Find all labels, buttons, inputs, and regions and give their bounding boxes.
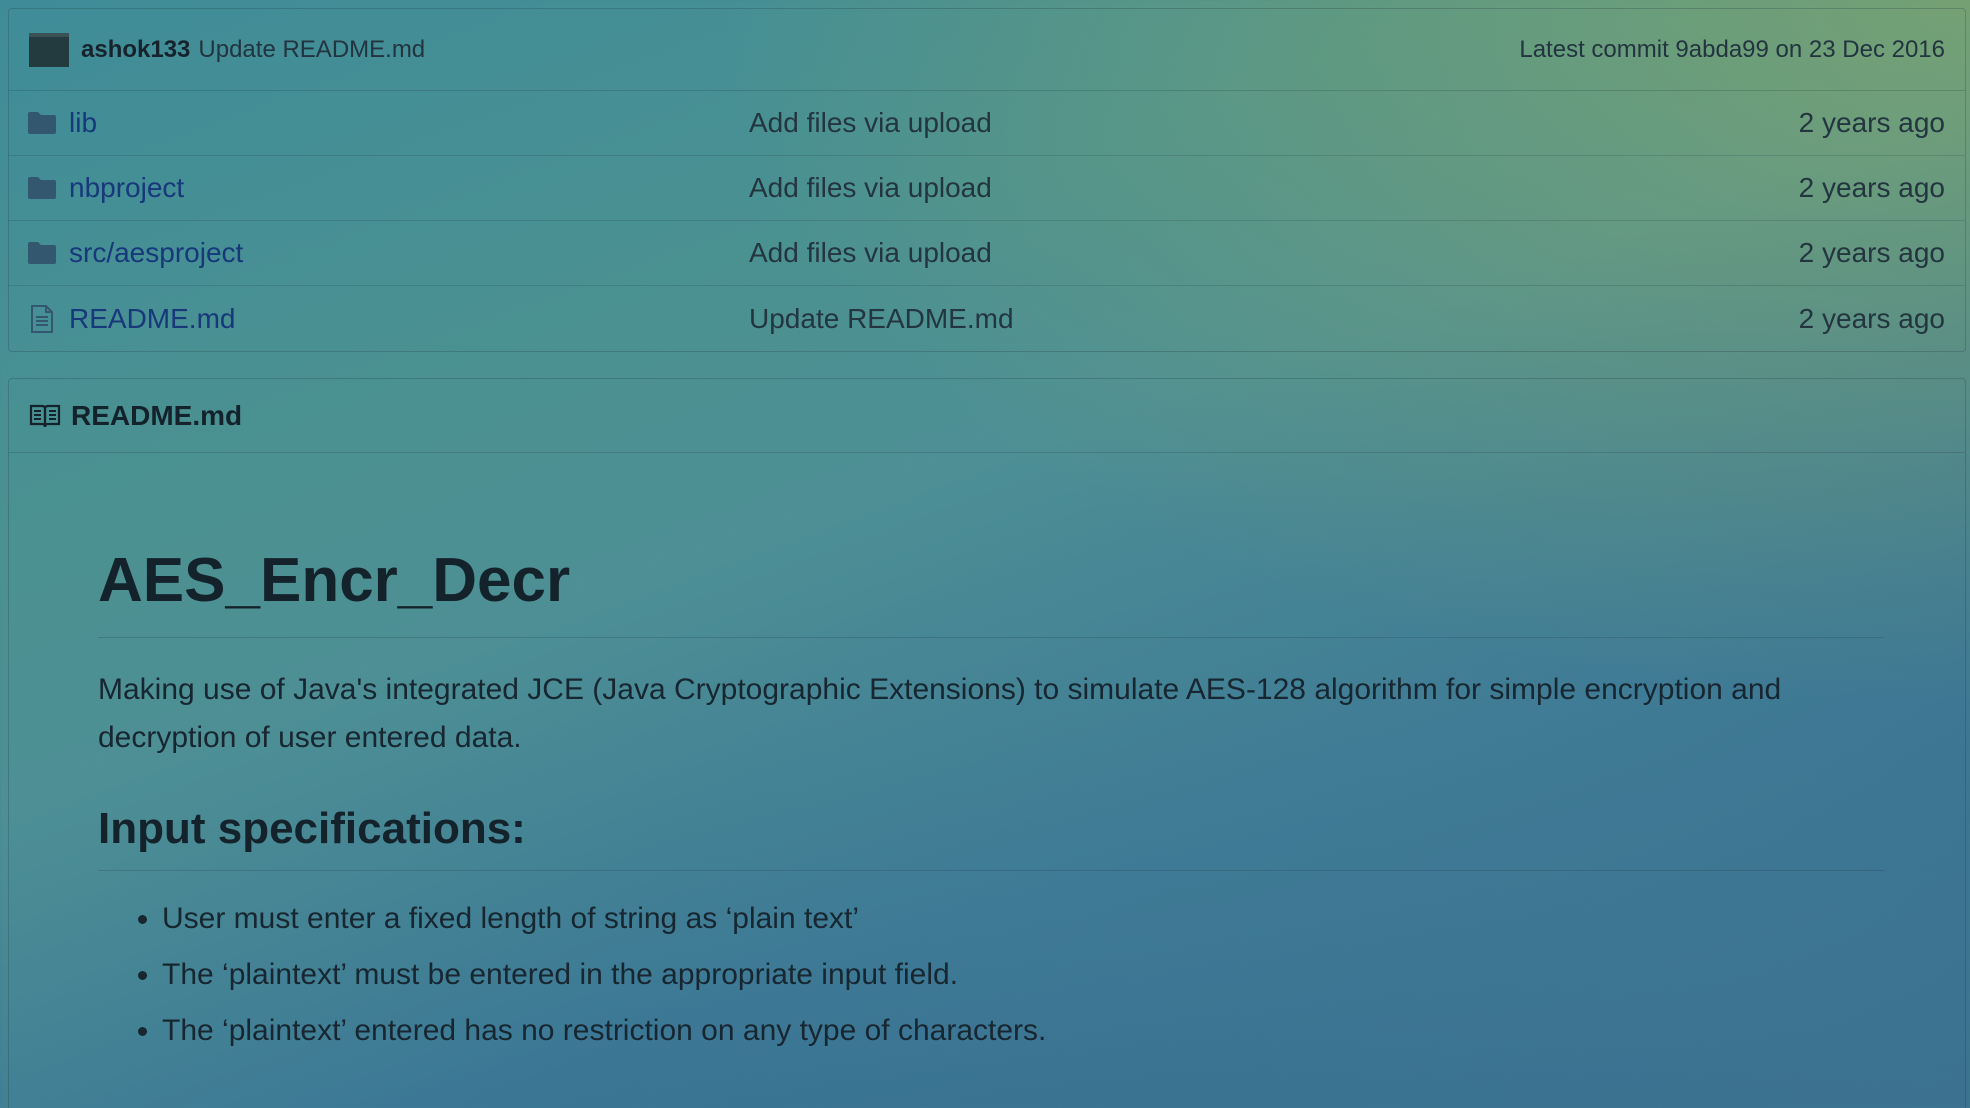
file-age: 2 years ago xyxy=(1798,107,1945,138)
folder-icon xyxy=(27,109,57,137)
latest-commit-label: Latest commit xyxy=(1519,35,1669,63)
file-commit-message[interactable]: Update README.md xyxy=(749,303,1799,335)
file-age: 2 years ago xyxy=(1798,302,1945,334)
file-row-lib: lib Add files via upload 2 years ago xyxy=(9,91,1965,156)
file-link[interactable]: lib xyxy=(69,107,749,139)
file-row-nbproject: nbproject Add files via upload 2 years a… xyxy=(9,156,1965,221)
file-link[interactable]: nbproject xyxy=(69,172,749,204)
file-text-icon xyxy=(27,304,57,333)
readme-header: README.md xyxy=(9,379,1965,453)
list-item: User must enter a fixed length of string… xyxy=(162,901,1884,937)
section-heading: Input specifications: xyxy=(98,804,1884,872)
readme-article: AES_Encr_Decr Making use of Java's integ… xyxy=(98,453,1884,1069)
readme-description: Making use of Java's integrated JCE (Jav… xyxy=(98,673,1782,755)
file-age: 2 years ago xyxy=(1798,237,1945,268)
file-age: 2 years ago xyxy=(1798,172,1945,203)
readme-title: AES_Encr_Decr xyxy=(98,546,1884,639)
spec-list: User must enter a fixed length of string… xyxy=(98,901,1884,1049)
file-browser: ashok133 Update README.md Latest commit … xyxy=(8,8,1966,352)
folder-icon xyxy=(27,239,57,267)
file-link[interactable]: README.md xyxy=(69,303,749,335)
file-commit-message[interactable]: Add files via upload xyxy=(749,107,1799,139)
list-item: The ‘plaintext’ must be entered in the a… xyxy=(162,957,1884,993)
avatar[interactable] xyxy=(29,32,69,67)
folder-icon xyxy=(27,174,57,202)
file-link[interactable]: src/aesproject xyxy=(69,237,749,269)
readme-filename: README.md xyxy=(71,399,243,431)
readme-panel: README.md AES_Encr_Decr Making use of Ja… xyxy=(8,378,1966,1108)
file-row-readme: README.md Update README.md 2 years ago xyxy=(9,286,1965,351)
commit-date: on 23 Dec 2016 xyxy=(1775,35,1945,63)
latest-commit-info: Latest commit 9abda99 on 23 Dec 2016 xyxy=(1519,36,1945,64)
list-item: The ‘plaintext’ entered has no restricti… xyxy=(162,1013,1884,1049)
latest-commit-bar: ashok133 Update README.md Latest commit … xyxy=(9,9,1965,91)
commit-message[interactable]: Update README.md xyxy=(198,36,425,64)
file-row-src-aesproject: src/aesproject Add files via upload 2 ye… xyxy=(9,221,1965,286)
file-commit-message[interactable]: Add files via upload xyxy=(749,237,1799,269)
commit-sha[interactable]: 9abda99 xyxy=(1675,36,1768,63)
book-icon xyxy=(29,403,61,429)
commit-author[interactable]: ashok133 xyxy=(81,36,190,64)
file-commit-message[interactable]: Add files via upload xyxy=(749,172,1799,204)
